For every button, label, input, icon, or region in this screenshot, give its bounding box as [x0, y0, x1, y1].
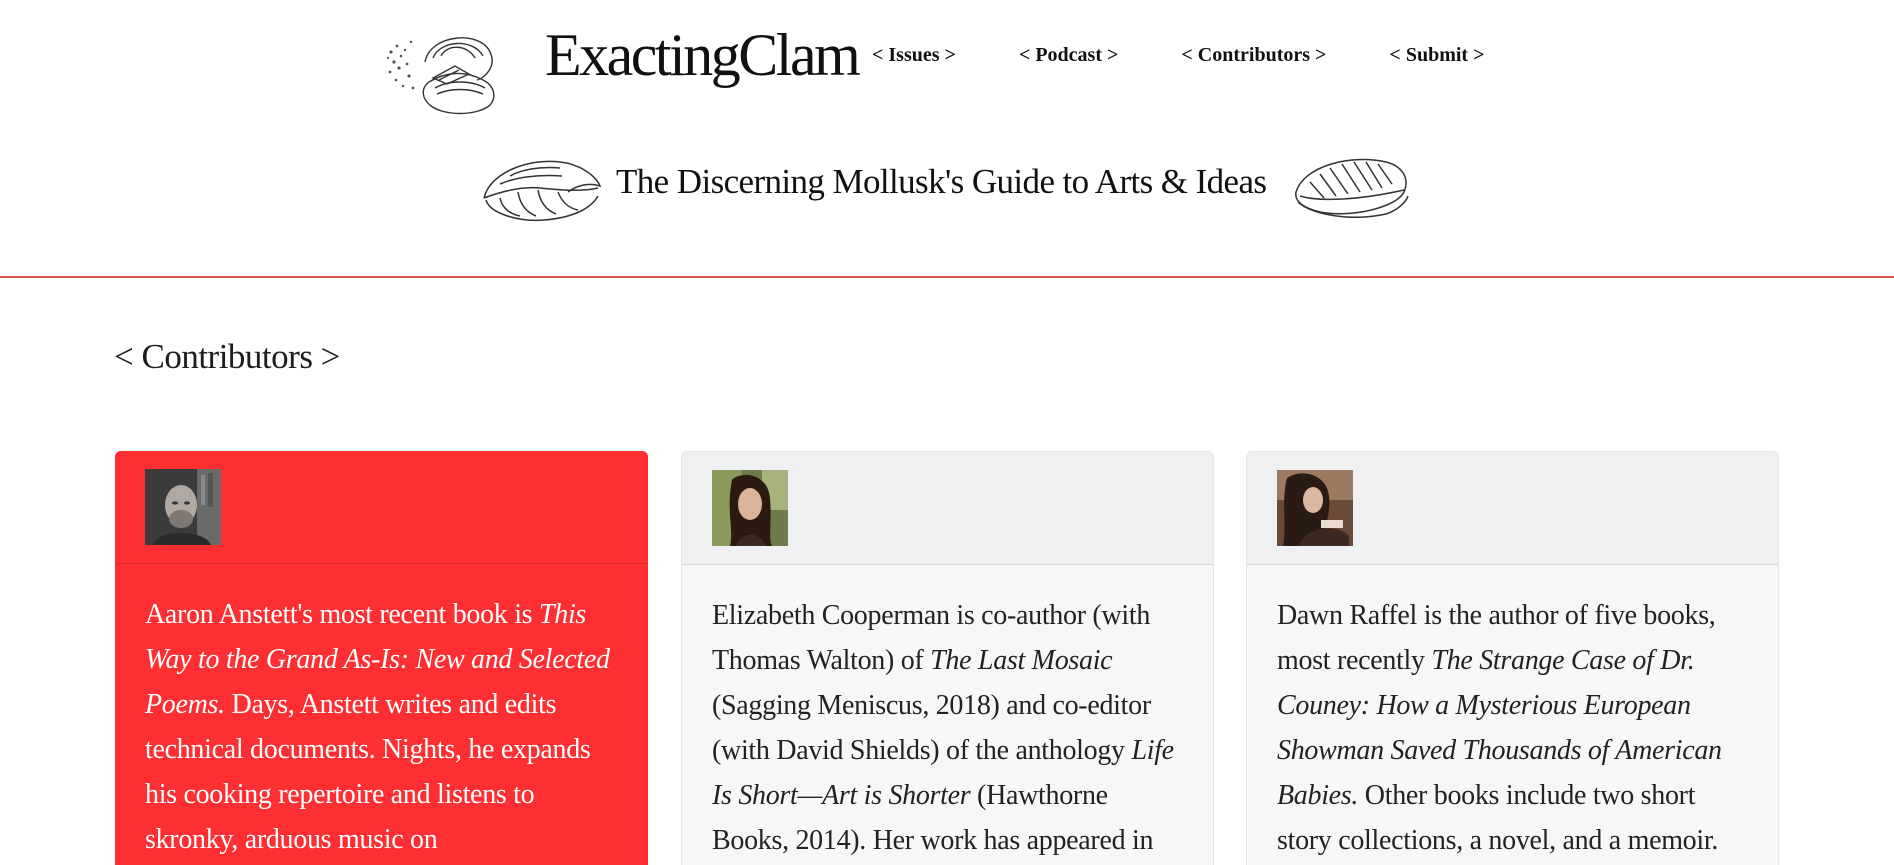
card-header	[682, 452, 1213, 565]
site-tagline: The Discerning Mollusk's Guide to Arts &…	[616, 162, 1267, 201]
contributor-card[interactable]: Aaron Anstett's most recent book is This…	[115, 451, 648, 865]
card-header	[115, 451, 648, 564]
avatar	[712, 470, 788, 546]
bio-text: Aaron Anstett's most recent book is	[145, 599, 539, 630]
clam-logo-icon[interactable]	[385, 22, 510, 118]
main-nav: < Issues > < Podcast > < Contributors > …	[872, 42, 1484, 68]
nav-item-podcast[interactable]: < Podcast >	[1019, 42, 1118, 68]
avatar	[1277, 470, 1353, 546]
site-logo-text[interactable]: ExactingClam	[545, 20, 861, 90]
nav-item-issues[interactable]: < Issues >	[872, 42, 956, 68]
book-title: The Last Mosaic	[930, 645, 1113, 676]
nav-item-submit[interactable]: < Submit >	[1389, 42, 1484, 68]
contributor-card[interactable]: Dawn Raffel is the author of five books,…	[1246, 451, 1779, 865]
site-header: ExactingClam < Issues > < Podcast > < Co…	[0, 0, 1894, 278]
contributor-bio: Aaron Anstett's most recent book is This…	[115, 564, 648, 862]
card-header	[1247, 452, 1778, 565]
page-title: < Contributors >	[114, 337, 340, 376]
tagline-banner: The Discerning Mollusk's Guide to Arts &…	[480, 148, 1412, 228]
avatar	[145, 469, 221, 545]
closed-shell-icon	[1295, 158, 1409, 218]
contributor-bio: Elizabeth Cooperman is co-author (with T…	[682, 565, 1213, 863]
nav-item-contributors[interactable]: < Contributors >	[1181, 42, 1326, 68]
open-shell-icon	[483, 160, 602, 222]
contributor-card[interactable]: Elizabeth Cooperman is co-author (with T…	[681, 451, 1214, 865]
contributor-bio: Dawn Raffel is the author of five books,…	[1247, 565, 1778, 863]
bio-text: (Sagging Meniscus, 2018) and co-editor (…	[712, 690, 1151, 766]
